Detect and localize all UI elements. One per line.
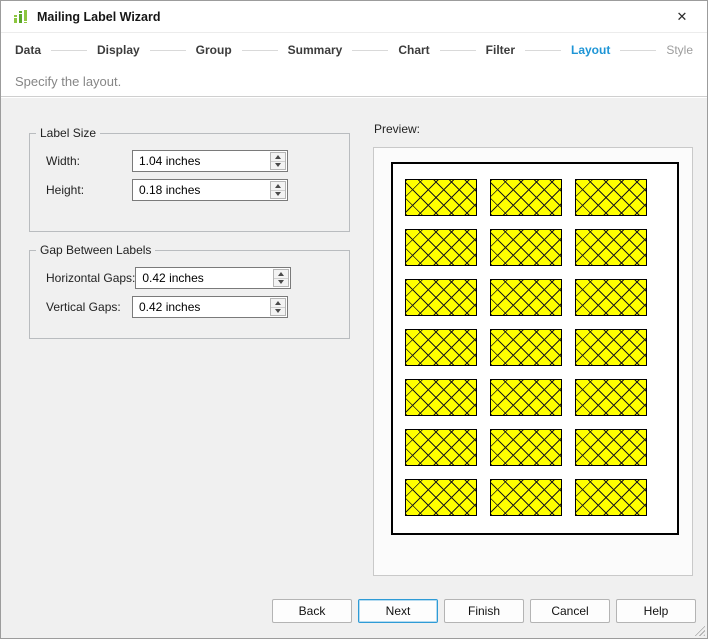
mailing-label-cell	[405, 279, 477, 316]
vertical-gaps-spin-down-button[interactable]	[271, 308, 285, 316]
vertical-gaps-input[interactable]	[133, 297, 287, 317]
down-arrow-icon	[275, 163, 281, 168]
step-layout[interactable]: Layout	[571, 43, 610, 57]
preview-page	[391, 162, 679, 535]
step-display[interactable]: Display	[97, 43, 140, 57]
resize-grip[interactable]	[692, 623, 705, 636]
dialog-body: Label Size Width: Height:	[1, 98, 707, 638]
height-spin-down-button[interactable]	[271, 191, 285, 199]
vertical-gaps-row: Vertical Gaps:	[46, 296, 337, 318]
back-button[interactable]: Back	[272, 599, 352, 623]
mailing-label-cell	[490, 429, 562, 466]
mailing-label-cell	[490, 479, 562, 516]
mailing-label-cell	[575, 479, 647, 516]
vertical-gaps-spinner	[270, 298, 286, 316]
width-input[interactable]	[133, 151, 287, 171]
window-title: Mailing Label Wizard	[37, 9, 161, 24]
up-arrow-icon	[275, 154, 281, 159]
help-button[interactable]: Help	[616, 599, 696, 623]
gap-between-labels-group: Gap Between Labels Horizontal Gaps: Vert…	[29, 243, 350, 339]
preview-grid	[405, 179, 677, 516]
mailing-label-cell	[575, 279, 647, 316]
next-button[interactable]: Next	[358, 599, 438, 623]
mailing-label-cell	[575, 179, 647, 216]
down-arrow-icon	[275, 309, 281, 314]
horizontal-gaps-spin-down-button[interactable]	[274, 279, 288, 287]
horizontal-gaps-row: Horizontal Gaps:	[46, 267, 337, 289]
step-connector	[352, 49, 389, 51]
step-style[interactable]: Style	[666, 43, 693, 57]
step-data[interactable]: Data	[15, 43, 41, 57]
height-row: Height:	[46, 179, 337, 201]
vertical-gaps-spinfield	[132, 296, 288, 318]
mailing-label-cell	[405, 329, 477, 366]
height-input[interactable]	[133, 180, 287, 200]
down-arrow-icon	[278, 280, 285, 285]
horizontal-gaps-spin-up-button[interactable]	[274, 270, 289, 279]
mailing-label-cell	[575, 379, 647, 416]
horizontal-gaps-label: Horizontal Gaps:	[46, 271, 136, 285]
step-filter[interactable]: Filter	[486, 43, 515, 57]
down-arrow-icon	[275, 192, 281, 197]
mailing-label-cell	[405, 479, 477, 516]
vertical-gaps-label: Vertical Gaps:	[46, 300, 121, 314]
horizontal-gaps-input[interactable]	[136, 268, 291, 288]
height-spin-up-button[interactable]	[271, 182, 285, 191]
vertical-gaps-spin-up-button[interactable]	[271, 299, 285, 308]
mailing-label-cell	[405, 229, 477, 266]
close-icon[interactable]: ✕	[669, 5, 695, 29]
step-connector	[439, 49, 476, 51]
step-connector	[525, 49, 561, 51]
width-row: Width:	[46, 150, 337, 172]
step-chart[interactable]: Chart	[398, 43, 429, 57]
mailing-label-cell	[405, 379, 477, 416]
wizard-step-nav: Data Display Group Summary Chart Filter …	[1, 33, 707, 67]
height-spinfield	[132, 179, 288, 201]
wizard-subtitle: Specify the layout.	[1, 67, 707, 97]
titlebar: Mailing Label Wizard ✕	[1, 1, 707, 33]
step-group[interactable]: Group	[196, 43, 232, 57]
up-arrow-icon	[278, 271, 285, 276]
mailing-label-cell	[490, 229, 562, 266]
step-connector	[241, 49, 278, 51]
mailing-label-cell	[490, 179, 562, 216]
mailing-label-cell	[490, 379, 562, 416]
gap-group-title: Gap Between Labels	[40, 243, 152, 257]
mailing-label-cell	[575, 229, 647, 266]
app-logo-icon	[14, 9, 27, 23]
height-label: Height:	[46, 183, 85, 197]
footer-button-bar: Back Next Finish Cancel Help	[272, 599, 696, 623]
finish-button[interactable]: Finish	[444, 599, 524, 623]
width-spin-up-button[interactable]	[271, 153, 285, 162]
width-spin-down-button[interactable]	[271, 162, 285, 170]
width-spinfield	[132, 150, 288, 172]
mailing-label-cell	[405, 429, 477, 466]
mailing-label-wizard-dialog: Mailing Label Wizard ✕ Data Display Grou…	[0, 0, 708, 639]
step-connector	[149, 49, 186, 51]
mailing-label-cell	[490, 329, 562, 366]
step-connector	[620, 49, 657, 51]
cancel-button[interactable]: Cancel	[530, 599, 610, 623]
up-arrow-icon	[275, 300, 281, 305]
label-size-group: Label Size Width: Height:	[29, 126, 350, 232]
height-spinner	[270, 181, 286, 199]
width-spinner	[270, 152, 286, 170]
mailing-label-cell	[490, 279, 562, 316]
mailing-label-cell	[575, 329, 647, 366]
up-arrow-icon	[275, 183, 281, 188]
mailing-label-cell	[575, 429, 647, 466]
preview-title: Preview:	[374, 122, 421, 136]
mailing-label-cell	[405, 179, 477, 216]
step-connector	[51, 49, 87, 51]
step-summary[interactable]: Summary	[288, 43, 343, 57]
horizontal-gaps-spinner	[273, 269, 290, 287]
width-label: Width:	[46, 154, 81, 168]
preview-panel	[373, 147, 693, 576]
horizontal-gaps-spinfield	[135, 267, 292, 289]
label-size-group-title: Label Size	[40, 126, 97, 140]
